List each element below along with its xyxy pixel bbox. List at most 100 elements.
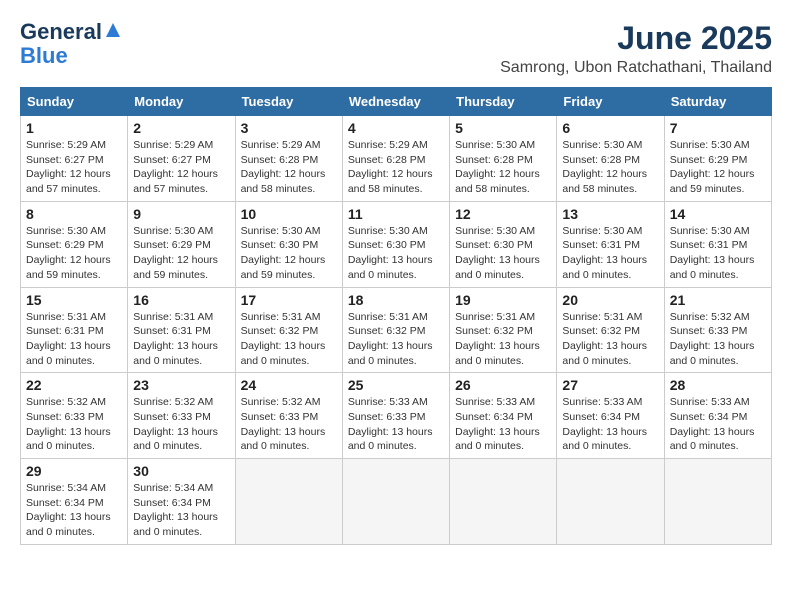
calendar-cell-11: 11 Sunrise: 5:30 AMSunset: 6:30 PMDayligh… (342, 201, 449, 287)
calendar-cell-14: 14Sunrise: 5:30 AMSunset: 6:31 PMDayligh… (664, 201, 771, 287)
day-number: 26 (455, 377, 551, 393)
day-number: 4 (348, 120, 444, 136)
day-number: 5 (455, 120, 551, 136)
logo: General Blue (20, 20, 122, 68)
day-number: 15 (26, 292, 122, 308)
calendar-cell-28: 28 Sunrise: 5:33 AMSunset: 6:34 PMDayligh… (664, 373, 771, 459)
day-info: Sunrise: 5:29 AMSunset: 6:27 PMDaylight:… (133, 138, 229, 197)
day-info: Sunrise: 5:33 AMSunset: 6:34 PMDaylight:… (562, 395, 658, 454)
logo-blue: Blue (20, 44, 68, 68)
day-info: Sunrise: 5:30 AMSunset: 6:28 PMDaylight:… (455, 138, 551, 197)
calendar-cell-1: 1 Sunrise: 5:29 AMSunset: 6:27 PMDaylight… (21, 116, 128, 202)
calendar-cell-empty (664, 459, 771, 545)
day-number: 23 (133, 377, 229, 393)
day-info: Sunrise: 5:31 AMSunset: 6:32 PMDaylight:… (562, 310, 658, 369)
calendar-cell-9: 9Sunrise: 5:30 AMSunset: 6:29 PMDaylight… (128, 201, 235, 287)
calendar-header-friday: Friday (557, 88, 664, 116)
day-number: 10 (241, 206, 337, 222)
calendar-cell-7: 7Sunrise: 5:30 AMSunset: 6:29 PMDaylight… (664, 116, 771, 202)
calendar-cell-21: 21 Sunrise: 5:32 AMSunset: 6:33 PMDayligh… (664, 287, 771, 373)
day-info: Sunrise: 5:31 AMSunset: 6:31 PMDaylight:… (133, 310, 229, 369)
calendar-cell-26: 26 Sunrise: 5:33 AMSunset: 6:34 PMDayligh… (450, 373, 557, 459)
day-info: Sunrise: 5:32 AMSunset: 6:33 PMDaylight:… (26, 395, 122, 454)
calendar-cell-2: 2 Sunrise: 5:29 AMSunset: 6:27 PMDaylight… (128, 116, 235, 202)
calendar-cell-15: 15Sunrise: 5:31 AMSunset: 6:31 PMDayligh… (21, 287, 128, 373)
day-info: Sunrise: 5:30 AMSunset: 6:29 PMDaylight:… (26, 224, 122, 283)
day-info: Sunrise: 5:29 AMSunset: 6:27 PMDaylight:… (26, 138, 122, 197)
calendar-header-saturday: Saturday (664, 88, 771, 116)
day-number: 7 (670, 120, 766, 136)
location-title: Samrong, Ubon Ratchathani, Thailand (500, 59, 772, 77)
calendar-header-tuesday: Tuesday (235, 88, 342, 116)
calendar-cell-29: 29Sunrise: 5:34 AMSunset: 6:34 PMDayligh… (21, 459, 128, 545)
month-title: June 2025 (500, 20, 772, 57)
calendar-cell-12: 12 Sunrise: 5:30 AMSunset: 6:30 PMDayligh… (450, 201, 557, 287)
calendar-cell-30: 30 Sunrise: 5:34 AMSunset: 6:34 PMDayligh… (128, 459, 235, 545)
day-info: Sunrise: 5:34 AMSunset: 6:34 PMDaylight:… (133, 481, 229, 540)
day-info: Sunrise: 5:30 AMSunset: 6:31 PMDaylight:… (562, 224, 658, 283)
day-info: Sunrise: 5:30 AMSunset: 6:30 PMDaylight:… (348, 224, 444, 283)
calendar-header-wednesday: Wednesday (342, 88, 449, 116)
day-info: Sunrise: 5:30 AMSunset: 6:30 PMDaylight:… (241, 224, 337, 283)
day-number: 13 (562, 206, 658, 222)
calendar-cell-5: 5 Sunrise: 5:30 AMSunset: 6:28 PMDaylight… (450, 116, 557, 202)
calendar-header-row: SundayMondayTuesdayWednesdayThursdayFrid… (21, 88, 772, 116)
day-number: 9 (133, 206, 229, 222)
day-number: 19 (455, 292, 551, 308)
day-info: Sunrise: 5:33 AMSunset: 6:34 PMDaylight:… (670, 395, 766, 454)
day-info: Sunrise: 5:32 AMSunset: 6:33 PMDaylight:… (670, 310, 766, 369)
day-info: Sunrise: 5:30 AMSunset: 6:31 PMDaylight:… (670, 224, 766, 283)
day-info: Sunrise: 5:31 AMSunset: 6:32 PMDaylight:… (348, 310, 444, 369)
day-number: 20 (562, 292, 658, 308)
calendar-cell-empty (557, 459, 664, 545)
calendar-cell-6: 6 Sunrise: 5:30 AMSunset: 6:28 PMDaylight… (557, 116, 664, 202)
day-number: 6 (562, 120, 658, 136)
calendar-cell-18: 18 Sunrise: 5:31 AMSunset: 6:32 PMDayligh… (342, 287, 449, 373)
day-info: Sunrise: 5:30 AMSunset: 6:28 PMDaylight:… (562, 138, 658, 197)
day-number: 27 (562, 377, 658, 393)
calendar-header-thursday: Thursday (450, 88, 557, 116)
day-number: 28 (670, 377, 766, 393)
day-number: 2 (133, 120, 229, 136)
day-number: 1 (26, 120, 122, 136)
day-number: 12 (455, 206, 551, 222)
day-number: 30 (133, 463, 229, 479)
calendar-week-2: 8 Sunrise: 5:30 AMSunset: 6:29 PMDaylight… (21, 201, 772, 287)
day-info: Sunrise: 5:32 AMSunset: 6:33 PMDaylight:… (241, 395, 337, 454)
calendar-cell-empty (342, 459, 449, 545)
calendar-cell-22: 22 Sunrise: 5:32 AMSunset: 6:33 PMDayligh… (21, 373, 128, 459)
day-info: Sunrise: 5:33 AMSunset: 6:34 PMDaylight:… (455, 395, 551, 454)
calendar-week-3: 15 Sunrise: 5:31 AMSunset: 6:31 PMDayligh… (21, 287, 772, 373)
day-number: 17 (241, 292, 337, 308)
day-number: 8 (26, 206, 122, 222)
calendar-week-4: 22 Sunrise: 5:32 AMSunset: 6:33 PMDayligh… (21, 373, 772, 459)
calendar-week-5: 29Sunrise: 5:34 AMSunset: 6:34 PMDayligh… (21, 459, 772, 545)
day-info: Sunrise: 5:31 AMSunset: 6:32 PMDaylight:… (241, 310, 337, 369)
calendar-header-sunday: Sunday (21, 88, 128, 116)
calendar-cell-empty (450, 459, 557, 545)
day-number: 21 (670, 292, 766, 308)
calendar-cell-empty (235, 459, 342, 545)
day-number: 18 (348, 292, 444, 308)
day-number: 16 (133, 292, 229, 308)
calendar-cell-24: 24Sunrise: 5:32 AMSunset: 6:33 PMDayligh… (235, 373, 342, 459)
day-number: 11 (348, 206, 444, 222)
page-header: General Blue June 2025 Samrong, Ubon Rat… (20, 20, 772, 77)
day-info: Sunrise: 5:30 AMSunset: 6:30 PMDaylight:… (455, 224, 551, 283)
day-info: Sunrise: 5:29 AMSunset: 6:28 PMDaylight:… (241, 138, 337, 197)
calendar-cell-20: 20 Sunrise: 5:31 AMSunset: 6:32 PMDayligh… (557, 287, 664, 373)
calendar-header-monday: Monday (128, 88, 235, 116)
logo-icon (104, 21, 122, 39)
calendar-cell-13: 13 Sunrise: 5:30 AMSunset: 6:31 PMDayligh… (557, 201, 664, 287)
calendar-cell-16: 16 Sunrise: 5:31 AMSunset: 6:31 PMDayligh… (128, 287, 235, 373)
calendar-cell-4: 4Sunrise: 5:29 AMSunset: 6:28 PMDaylight… (342, 116, 449, 202)
day-info: Sunrise: 5:32 AMSunset: 6:33 PMDaylight:… (133, 395, 229, 454)
calendar-cell-23: 23 Sunrise: 5:32 AMSunset: 6:33 PMDayligh… (128, 373, 235, 459)
day-info: Sunrise: 5:31 AMSunset: 6:32 PMDaylight:… (455, 310, 551, 369)
day-number: 22 (26, 377, 122, 393)
day-number: 25 (348, 377, 444, 393)
title-block: June 2025 Samrong, Ubon Ratchathani, Tha… (500, 20, 772, 77)
calendar-cell-17: 17 Sunrise: 5:31 AMSunset: 6:32 PMDayligh… (235, 287, 342, 373)
calendar-week-1: 1 Sunrise: 5:29 AMSunset: 6:27 PMDaylight… (21, 116, 772, 202)
calendar-cell-25: 25Sunrise: 5:33 AMSunset: 6:33 PMDayligh… (342, 373, 449, 459)
